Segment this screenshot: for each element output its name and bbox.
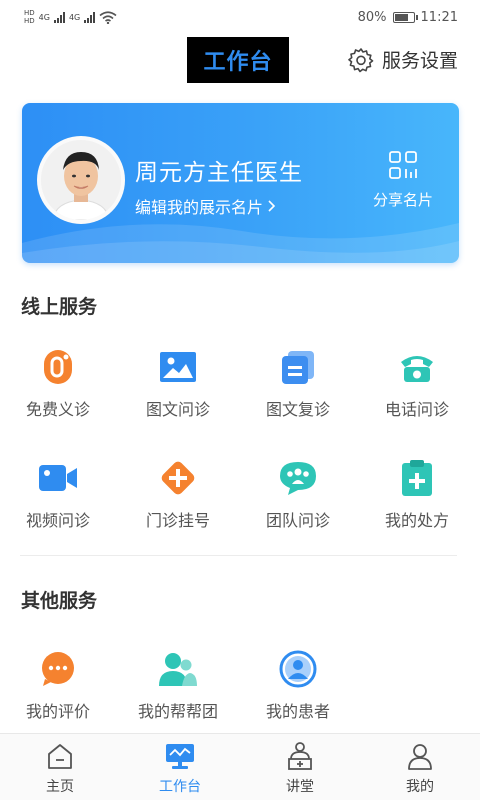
section-divider (20, 555, 457, 556)
image-text-consult-icon (158, 347, 198, 387)
phone-consult-icon (397, 347, 437, 387)
edit-card-link[interactable]: 编辑我的展示名片 (135, 194, 276, 218)
service-free-clinic[interactable]: 免费义诊 (8, 347, 108, 420)
service-label: 我的帮帮团 (137, 702, 218, 721)
service-label: 图文问诊 (145, 400, 210, 419)
service-my-patients[interactable]: 我的患者 (248, 649, 348, 722)
service-label: 团队问诊 (265, 511, 330, 530)
service-team-consult[interactable]: 团队问诊 (248, 458, 348, 531)
nav-home[interactable]: 主页 (0, 734, 120, 800)
nav-workbench[interactable]: 工作台 (120, 734, 240, 800)
nav-lecture-hall[interactable]: 讲堂 (240, 734, 360, 800)
free-clinic-icon (38, 347, 78, 387)
workbench-icon (165, 741, 195, 771)
avatar-portrait (41, 140, 121, 220)
service-label: 电话问诊 (384, 400, 449, 419)
service-label: 图文复诊 (265, 400, 330, 419)
service-my-review[interactable]: 我的评价 (8, 649, 108, 722)
service-phone-consult[interactable]: 电话问诊 (367, 347, 467, 420)
service-video-consult[interactable]: 视频问诊 (8, 458, 108, 531)
header: 工作台 服务设置 (0, 36, 480, 84)
status-right: 80% 11:21 (358, 10, 458, 25)
service-label: 我的评价 (25, 702, 90, 721)
online-services-title: 线上服务 (21, 296, 98, 318)
gear-icon (348, 47, 374, 72)
edit-card-label: 编辑我的展示名片 (135, 198, 264, 217)
page-title: 工作台 (187, 37, 289, 83)
other-services-title: 其他服务 (21, 590, 98, 612)
network-type-1: 4G (38, 12, 50, 22)
profile-icon (405, 741, 435, 771)
share-card-label: 分享名片 (372, 191, 433, 209)
doctor-avatar[interactable] (37, 136, 125, 224)
service-label: 我的患者 (265, 702, 330, 721)
nav-label: 讲堂 (286, 779, 314, 795)
nav-label: 工作台 (159, 779, 201, 795)
nav-label: 我的 (406, 779, 434, 795)
share-card-button[interactable]: 分享名片 (370, 151, 436, 210)
signal-icon-2 (84, 11, 96, 23)
service-settings-button[interactable]: 服务设置 (348, 46, 458, 73)
my-help-group-icon (158, 649, 198, 689)
status-bar: HD HD 4G 4G 80% 11:21 (0, 0, 480, 34)
service-label: 免费义诊 (25, 400, 90, 419)
wifi-icon (99, 10, 117, 24)
service-settings-label: 服务设置 (381, 50, 458, 72)
image-text-revisit-icon (278, 347, 318, 387)
doctor-name: 周元方主任医生 (135, 160, 303, 186)
network-type-2: 4G (68, 12, 81, 22)
battery-fill (394, 13, 409, 21)
bottom-nav: 主页 工作台 讲堂 我的 (0, 733, 480, 800)
service-image-text-consult[interactable]: 图文问诊 (128, 347, 228, 420)
lecture-hall-icon (285, 741, 315, 771)
qr-code-icon (389, 151, 417, 179)
clock: 11:21 (420, 9, 458, 25)
service-label: 我的处方 (384, 511, 449, 530)
profile-card[interactable]: 周元方主任医生 编辑我的展示名片 分享名片 (22, 103, 459, 263)
chevron-right-icon (268, 200, 276, 212)
service-image-text-revisit[interactable]: 图文复诊 (248, 347, 348, 420)
video-consult-icon (38, 458, 78, 498)
service-label: 视频问诊 (25, 511, 90, 530)
prescription-icon (397, 458, 437, 498)
service-my-help-group[interactable]: 我的帮帮团 (128, 649, 228, 722)
nav-profile[interactable]: 我的 (360, 734, 480, 800)
service-prescription[interactable]: 我的处方 (367, 458, 467, 531)
hd-badge: HD HD (24, 9, 35, 25)
my-review-icon (38, 649, 78, 689)
my-patients-icon (278, 649, 318, 689)
outpatient-register-icon (158, 458, 198, 498)
battery-percent: 80% (357, 9, 387, 25)
team-consult-icon (278, 458, 318, 498)
home-icon (45, 741, 75, 771)
service-label: 门诊挂号 (145, 511, 210, 530)
signal-icon-1 (53, 11, 65, 23)
signal-area: HD HD 4G 4G (24, 9, 117, 25)
service-outpatient-register[interactable]: 门诊挂号 (128, 458, 228, 531)
nav-label: 主页 (46, 779, 74, 795)
battery-icon (392, 11, 418, 23)
